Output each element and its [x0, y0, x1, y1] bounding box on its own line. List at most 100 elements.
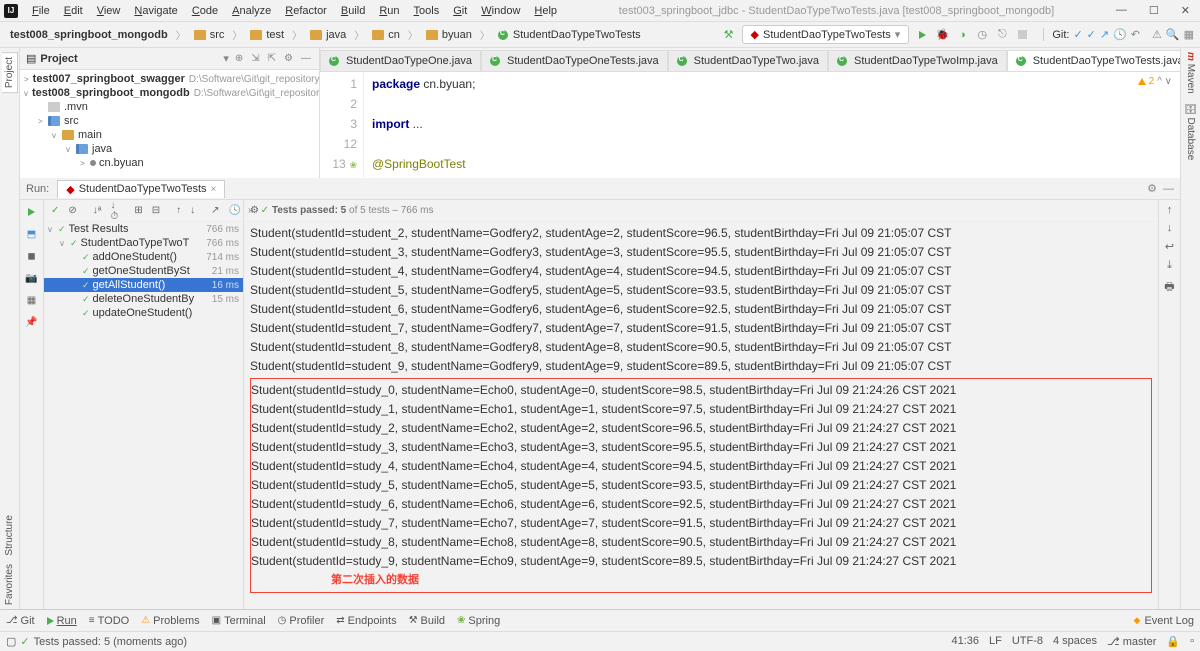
menu-file[interactable]: File — [26, 3, 56, 19]
toggle-button[interactable]: ⬒ — [24, 226, 40, 242]
search-icon[interactable]: 🔍 — [1166, 28, 1180, 41]
git-tool[interactable]: ⎇Git — [6, 615, 35, 627]
tree-row[interactable]: .mvn — [20, 100, 319, 114]
profile-button[interactable]: ◷ — [973, 26, 991, 44]
chevron-down-icon[interactable]: ▾ — [223, 52, 229, 65]
print-icon[interactable]: 🖶 — [1164, 278, 1174, 297]
git-push-icon[interactable]: ↗ — [1100, 28, 1109, 41]
breadcrumb-item[interactable]: src — [190, 28, 229, 42]
git-branch[interactable]: ⎇ master — [1107, 635, 1156, 648]
git-rollback-icon[interactable]: ↶ — [1131, 28, 1140, 41]
build-button[interactable]: ⚒ — [720, 26, 738, 44]
close-button[interactable]: ✕ — [1175, 2, 1196, 19]
tree-row[interactable]: vmain — [20, 128, 319, 142]
menu-refactor[interactable]: Refactor — [279, 3, 333, 19]
breadcrumb-item[interactable]: StudentDaoTypeTwoTests — [494, 28, 645, 42]
down-icon[interactable]: ↓ — [1167, 222, 1173, 234]
prev-icon[interactable]: ↑ — [173, 204, 184, 217]
test-tree[interactable]: v✓Test Results766 msv✓StudentDaoTypeTwoT… — [44, 222, 243, 609]
stop-button[interactable]: ◼ — [24, 248, 40, 264]
git-update-icon[interactable]: ✓ — [1073, 28, 1082, 41]
project-view-icon[interactable]: ▤ — [26, 52, 36, 65]
breadcrumb-item[interactable]: test — [246, 28, 288, 42]
run-config-select[interactable]: ◆ StudentDaoTypeTwoTests ▾ — [742, 25, 910, 44]
collapse-all-icon[interactable]: ⇱ — [266, 53, 278, 64]
minimize-button[interactable]: — — [1110, 2, 1133, 19]
run-tool[interactable]: Run — [47, 615, 77, 627]
collapse-icon[interactable]: ⊟ — [149, 204, 163, 217]
menu-code[interactable]: Code — [186, 3, 224, 19]
run-hide-icon[interactable]: — — [1163, 183, 1174, 195]
menu-analyze[interactable]: Analyze — [226, 3, 277, 19]
select-open-file-icon[interactable]: ⊕ — [233, 53, 245, 64]
problems-tool[interactable]: ⚠Problems — [141, 615, 199, 627]
scroll-icon[interactable]: ⤓ — [1167, 259, 1172, 272]
breadcrumb-item[interactable]: java — [306, 28, 350, 42]
run-settings-icon[interactable]: ⚙ — [1147, 182, 1157, 195]
file-encoding[interactable]: UTF-8 — [1012, 635, 1043, 648]
tree-row[interactable]: >test007_springboot_swaggerD:\Software\G… — [20, 72, 319, 86]
history-icon[interactable]: 🕓 — [226, 204, 244, 217]
expand-all-icon[interactable]: ⇲ — [249, 53, 261, 64]
endpoints-tool[interactable]: ⇄Endpoints — [336, 615, 396, 627]
layout-button[interactable]: ▦ — [24, 292, 40, 308]
editor-body[interactable]: 2 ^ ∨ 1231213 ❀ package cn.byuan; import… — [320, 72, 1180, 178]
menu-tools[interactable]: Tools — [408, 3, 446, 19]
show-passed-icon[interactable]: ✓ — [48, 204, 62, 217]
menu-git[interactable]: Git — [447, 3, 473, 19]
run-button[interactable] — [913, 26, 931, 44]
maximize-button[interactable]: ☐ — [1143, 2, 1165, 19]
test-row[interactable]: ✓updateOneStudent() — [44, 306, 243, 320]
tree-row[interactable]: vtest008_springboot_mongodbD:\Software\G… — [20, 86, 319, 100]
editor-lines[interactable]: package cn.byuan; import ... @SpringBoot… — [364, 72, 1180, 178]
breadcrumb-item[interactable]: cn — [368, 28, 404, 42]
editor-analysis[interactable]: 2 ^ ∨ — [1138, 76, 1172, 87]
hide-icon[interactable]: — — [299, 53, 313, 64]
menu-navigate[interactable]: Navigate — [128, 3, 183, 19]
test-row[interactable]: ✓getOneStudentBySt21 ms — [44, 264, 243, 278]
tree-row[interactable]: >cn.byuan — [20, 156, 319, 170]
test-row[interactable]: ✓getAllStudent()16 ms — [44, 278, 243, 292]
menu-help[interactable]: Help — [528, 3, 563, 19]
settings-icon[interactable]: ▦ — [1184, 28, 1194, 41]
test-row[interactable]: v✓StudentDaoTypeTwoT766 ms — [44, 236, 243, 250]
favorites-tool-button[interactable]: Favorites — [2, 560, 17, 609]
debug-button[interactable]: 🐞 — [933, 26, 951, 44]
project-tool-button[interactable]: Project — [2, 52, 18, 93]
export-icon[interactable]: ↗ — [208, 204, 222, 217]
ide-errors-icon[interactable]: ⚠ — [1152, 28, 1162, 41]
test-row[interactable]: ✓addOneStudent()714 ms — [44, 250, 243, 264]
rerun-button[interactable] — [24, 204, 40, 220]
sort-time-icon[interactable]: ↓⏱ — [108, 199, 122, 223]
close-icon[interactable]: × — [211, 184, 217, 195]
attach-button[interactable]: ⎋ — [993, 26, 1011, 44]
test-row[interactable]: ✓deleteOneStudentBy15 ms — [44, 292, 243, 306]
indent-setting[interactable]: 4 spaces — [1053, 635, 1097, 648]
show-ignored-icon[interactable]: ⊘ — [65, 204, 79, 217]
build-tool[interactable]: ⚒Build — [409, 615, 445, 627]
menu-edit[interactable]: Edit — [58, 3, 89, 19]
pin-button[interactable]: 📌 — [24, 314, 40, 330]
test-row[interactable]: v✓Test Results766 ms — [44, 222, 243, 236]
terminal-tool[interactable]: ▣Terminal — [212, 615, 266, 627]
next-icon[interactable]: ↓ — [187, 204, 198, 217]
maven-tool-button[interactable]: m Maven — [1183, 48, 1198, 98]
settings-icon[interactable]: ⚙ — [282, 53, 295, 64]
menu-window[interactable]: Window — [475, 3, 526, 19]
console-output[interactable]: Student(studentId=student_2, studentName… — [244, 222, 1158, 609]
editor-tab[interactable]: StudentDaoTypeOne.java — [320, 50, 481, 71]
wrap-icon[interactable]: ↩ — [1165, 240, 1174, 253]
spring-tool[interactable]: ❀Spring — [457, 615, 500, 627]
editor-tab[interactable]: StudentDaoTypeTwoImp.java — [828, 50, 1007, 71]
database-tool-button[interactable]: 🗄 Database — [1183, 98, 1198, 164]
run-tab[interactable]: ◆ StudentDaoTypeTwoTests × — [57, 180, 225, 198]
up-icon[interactable]: ↑ — [1167, 204, 1173, 216]
stop-button[interactable] — [1013, 26, 1031, 44]
menu-run[interactable]: Run — [373, 3, 405, 19]
dump-button[interactable]: 📷 — [24, 270, 40, 286]
memory-indicator[interactable]: ▫ — [1190, 635, 1194, 648]
menu-view[interactable]: View — [91, 3, 127, 19]
expand-icon[interactable]: ⊞ — [131, 204, 145, 217]
coverage-button[interactable]: ◑ — [953, 26, 971, 44]
event-log-button[interactable]: ◆Event Log — [1134, 615, 1194, 627]
